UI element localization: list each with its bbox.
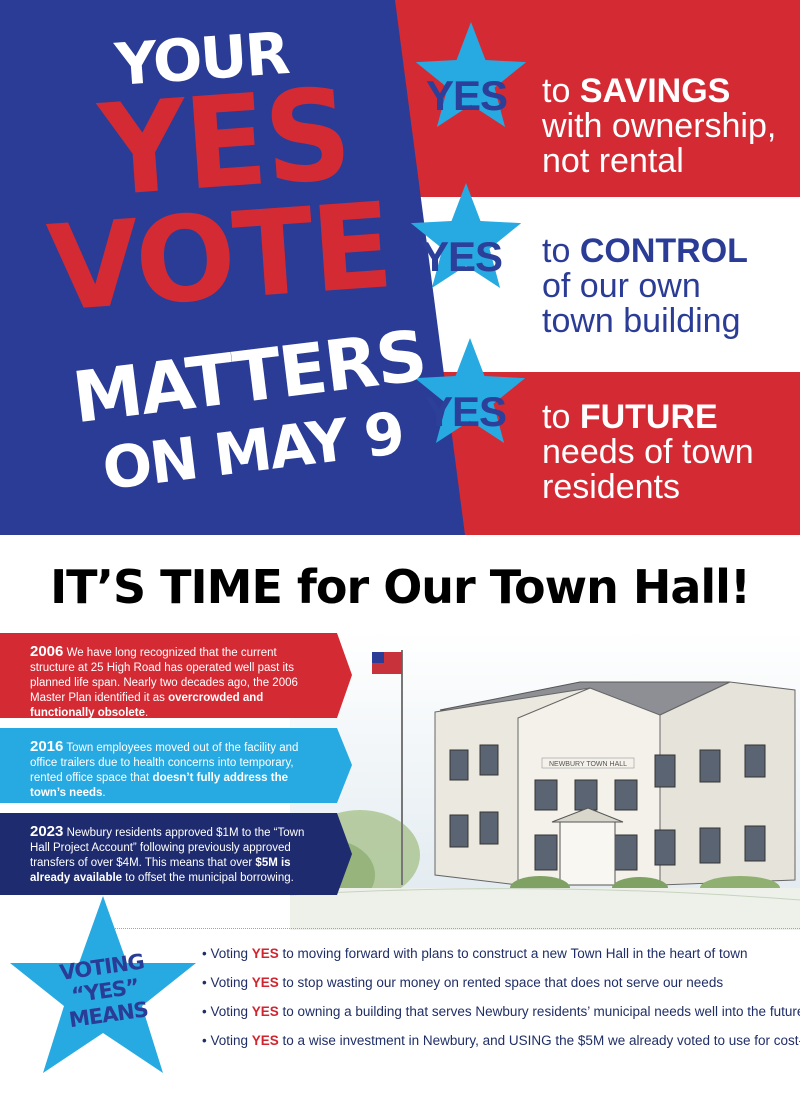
hero-banner: YOUR YES VOTE MATTERS ON MAY 9 YES YES Y… xyxy=(0,0,800,535)
headline-vote: VOTE xyxy=(43,176,396,338)
reason-control: to CONTROL of our own town building xyxy=(542,232,748,340)
star-yes-label: YES xyxy=(425,388,507,435)
reason-savings: to SAVINGS with ownership, not rental xyxy=(542,72,777,180)
timeline-2023: 2023 Newbury residents approved $1M to t… xyxy=(30,823,305,884)
star-yes-label: YES xyxy=(421,233,503,280)
timeline-2006: 2006 We have long recognized that the cu… xyxy=(30,643,298,719)
bullet-item: • Voting YES to a wise investment in New… xyxy=(202,1033,800,1048)
bullet-item: • Voting YES to moving forward with plan… xyxy=(202,946,748,961)
town-hall-illustration: NEWBURY TOWN HALL xyxy=(290,630,800,930)
page-title: IT’S TIME for Our Town Hall! xyxy=(50,560,751,614)
bullet-item: • Voting YES to owning a building that s… xyxy=(202,1004,800,1019)
town-hall-sign: NEWBURY TOWN HALL xyxy=(549,761,627,768)
bullet-item: • Voting YES to stop wasting our money o… xyxy=(202,975,724,990)
star-yes-label: YES xyxy=(426,72,508,119)
divider xyxy=(110,928,800,929)
timeline-2016: 2016 Town employees moved out of the fac… xyxy=(30,738,299,799)
reason-future: to FUTURE needs of town residents xyxy=(542,398,754,506)
